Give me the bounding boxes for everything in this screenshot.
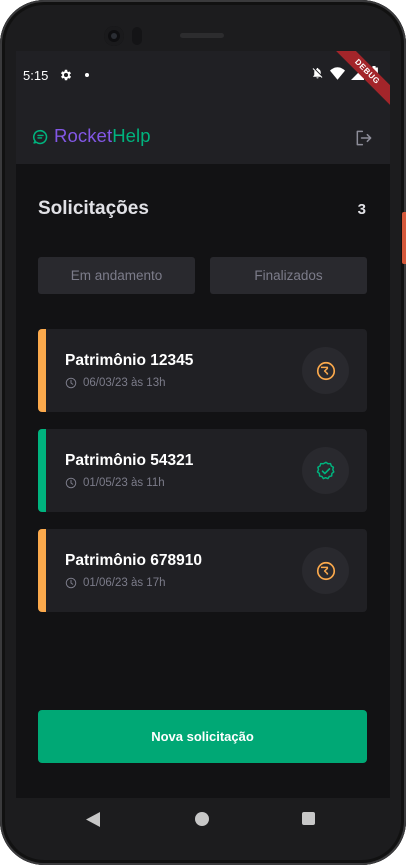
status-bar: 5:15	[16, 51, 390, 97]
order-meta: 01/06/23 às 17h	[65, 577, 166, 589]
brand-name-rocket: Rocket	[54, 125, 113, 146]
status-color-bar	[38, 429, 46, 512]
order-date: 01/05/23 às 11h	[83, 477, 165, 489]
order-date: 01/06/23 às 17h	[83, 577, 166, 589]
order-title: Patrimônio 678910	[65, 552, 202, 569]
order-meta: 01/05/23 às 11h	[65, 477, 165, 489]
earpiece-speaker	[180, 33, 224, 38]
power-button	[402, 212, 406, 264]
hourglass-icon	[316, 361, 335, 380]
order-card[interactable]: Patrimônio 54321 01/05/23 às 11h	[38, 429, 367, 512]
status-indicator	[302, 547, 349, 594]
order-meta: 06/03/23 às 13h	[65, 377, 166, 389]
system-nav-bar	[16, 798, 390, 842]
brand-logo: RocketHelp	[32, 125, 151, 147]
phone-frame: 5:15 DEBUG RocketHelp Solicitações 3 Em …	[0, 0, 406, 865]
front-camera	[104, 26, 124, 46]
clock-icon	[65, 577, 77, 589]
app-screen: 5:15 DEBUG RocketHelp Solicitações 3 Em …	[16, 51, 390, 798]
filter-tabs: Em andamento Finalizados	[38, 257, 367, 294]
status-indicator	[302, 447, 349, 494]
check-circle-icon	[316, 461, 335, 479]
gear-icon	[60, 69, 72, 81]
status-time: 5:15	[23, 68, 49, 83]
chat-icon	[32, 129, 48, 144]
order-card[interactable]: Patrimônio 678910 01/06/23 às 17h	[38, 529, 367, 612]
new-request-button[interactable]: Nova solicitação	[38, 710, 367, 763]
hourglass-icon	[316, 561, 335, 580]
requests-count: 3	[357, 201, 366, 218]
order-card[interactable]: Patrimônio 12345 06/03/23 às 13h	[38, 329, 367, 412]
home-icon[interactable]	[195, 812, 209, 826]
orders-list: Patrimônio 12345 06/03/23 às 13h Patrimô…	[38, 329, 367, 629]
order-date: 06/03/23 às 13h	[83, 377, 166, 389]
clock-icon	[65, 477, 77, 489]
status-color-bar	[38, 329, 46, 412]
notification-dot-icon	[85, 73, 89, 77]
clock-icon	[65, 377, 77, 389]
status-indicator	[302, 347, 349, 394]
page-title: Solicitações	[38, 198, 149, 219]
filter-in-progress-button[interactable]: Em andamento	[38, 257, 195, 294]
back-icon[interactable]	[86, 812, 100, 827]
order-title: Patrimônio 12345	[65, 352, 194, 369]
recent-apps-icon[interactable]	[302, 812, 315, 825]
mute-icon	[312, 67, 323, 79]
order-title: Patrimônio 54321	[65, 452, 194, 469]
wifi-icon	[330, 66, 345, 80]
sign-out-icon[interactable]	[354, 128, 374, 148]
filter-finished-button[interactable]: Finalizados	[210, 257, 367, 294]
status-color-bar	[38, 529, 46, 612]
brand-name: RocketHelp	[54, 125, 151, 147]
proximity-sensor	[132, 27, 142, 45]
brand-name-help: Help	[112, 125, 151, 146]
app-header: 5:15 DEBUG RocketHelp	[16, 51, 390, 164]
